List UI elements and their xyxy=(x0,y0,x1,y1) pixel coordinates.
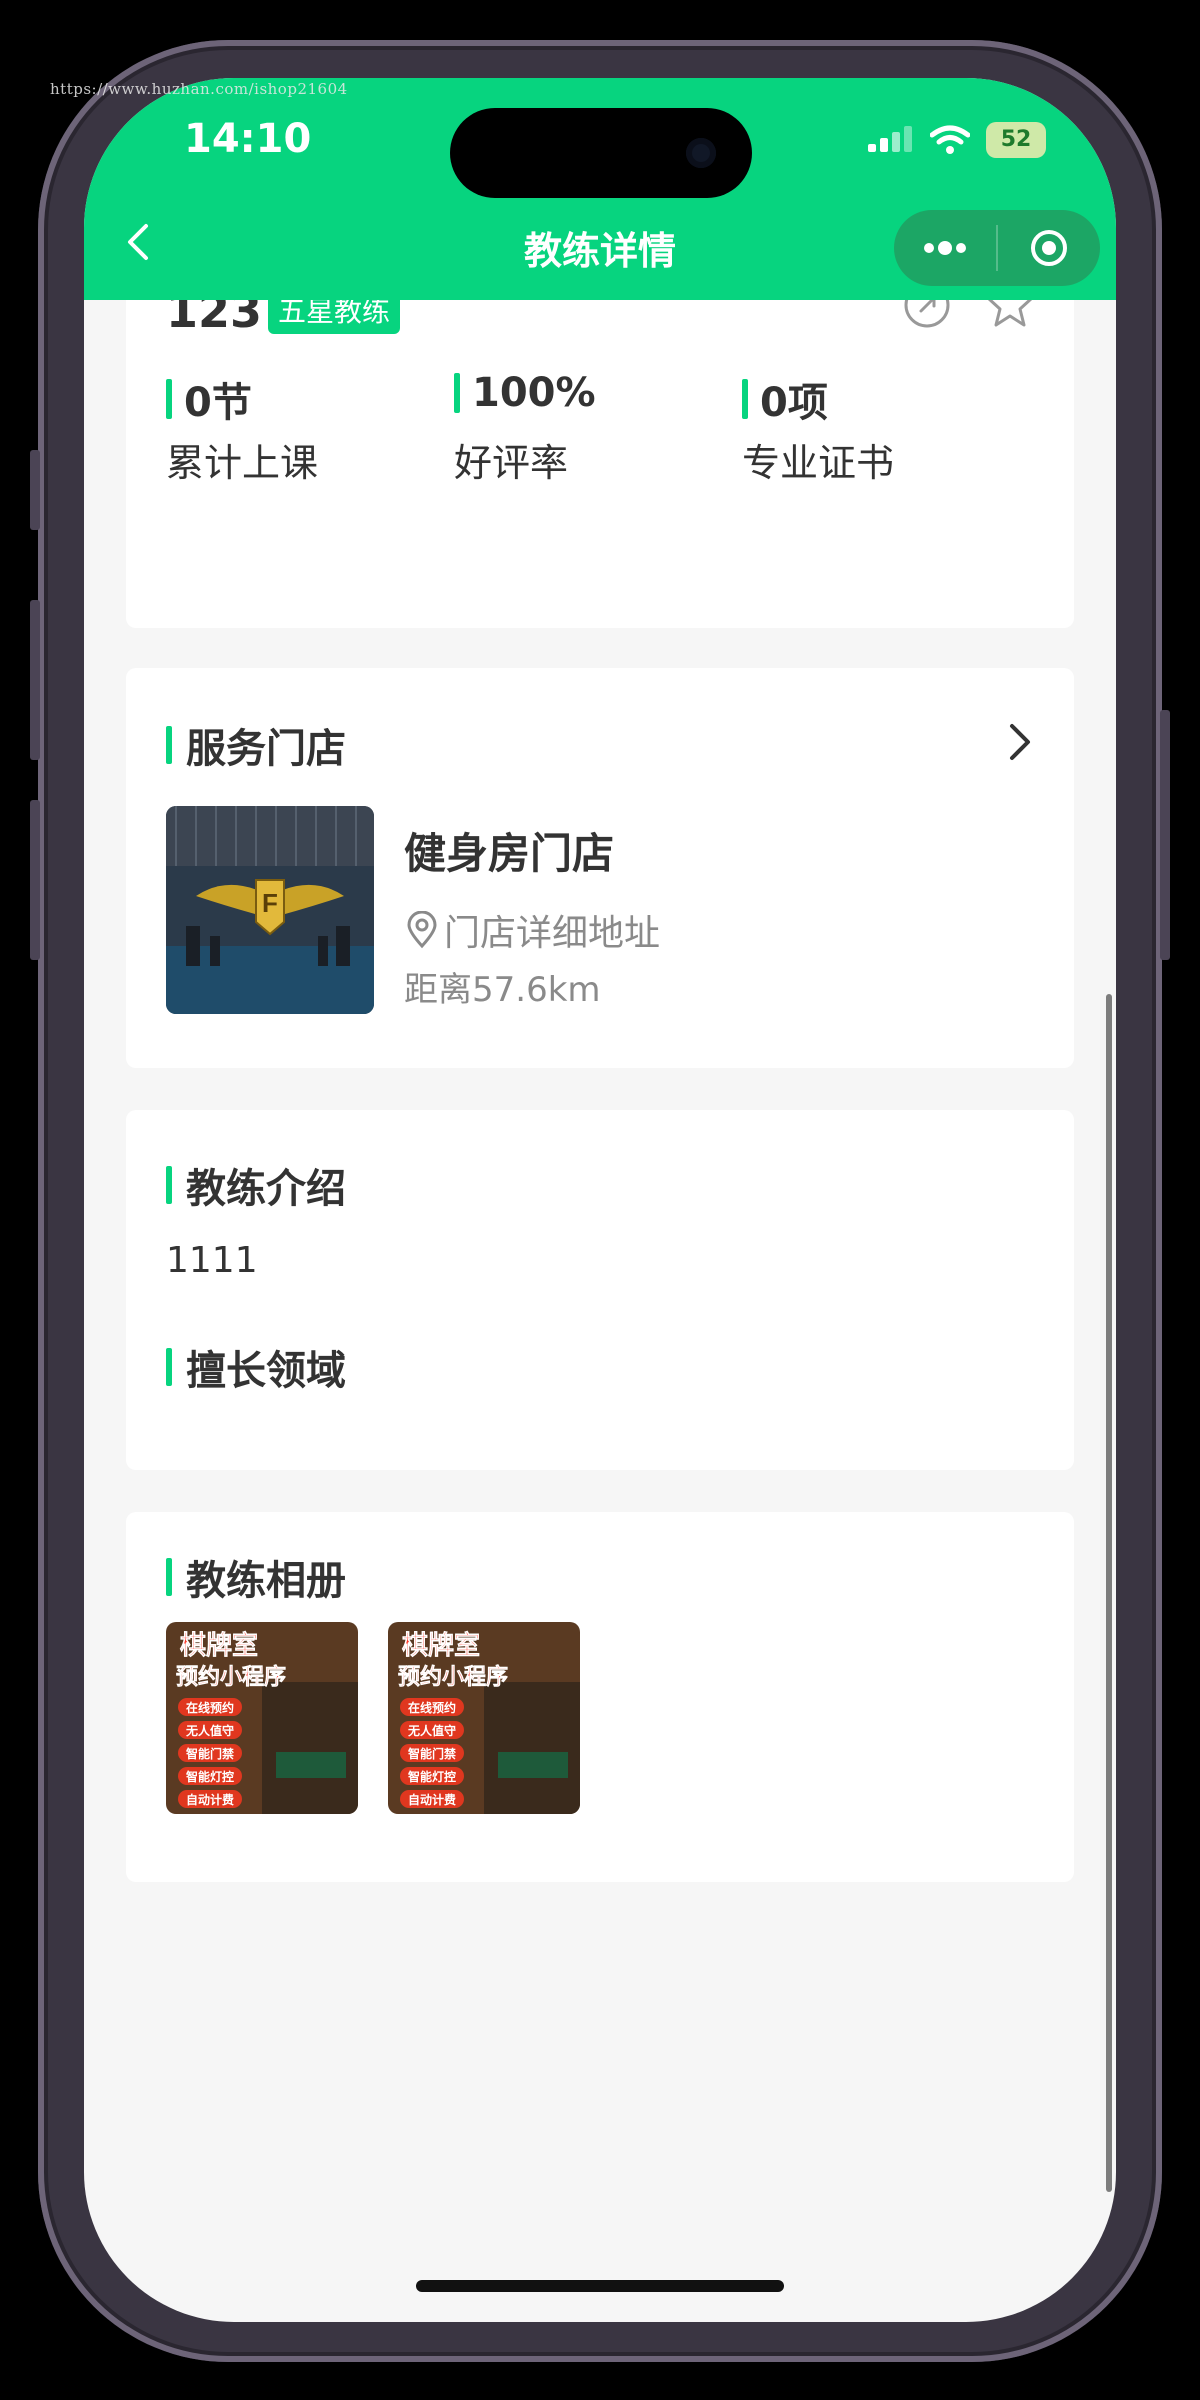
stat-rating-value: 100% xyxy=(454,370,596,416)
section-title-album: 教练相册 xyxy=(166,1548,346,1606)
side-button xyxy=(30,600,40,760)
svg-text:无人值守: 无人值守 xyxy=(185,1723,234,1738)
close-miniprogram-button[interactable] xyxy=(998,210,1100,286)
section-title-store: 服务门店 xyxy=(166,716,346,774)
svg-text:在线预约: 在线预约 xyxy=(186,1700,234,1715)
album-photo[interactable]: 棋牌室 预约小程序 在线预约 无人值守 智能门禁 智能灯控 自动计费 xyxy=(166,1622,358,1814)
section-title-intro: 教练介绍 xyxy=(166,1156,346,1214)
coach-summary-card: 123 五星教练 0节 累计上课 100% 好评率 0项 专业证书 xyxy=(126,260,1074,628)
signal-icon xyxy=(868,126,912,152)
svg-text:在线预约: 在线预约 xyxy=(408,1700,456,1715)
location-pin-icon xyxy=(407,911,437,949)
store-name: 健身房门店 xyxy=(404,829,615,878)
service-store-card[interactable]: 服务门店 F 健身房门店 门店详细地址 距离57.6km xyxy=(126,668,1074,1068)
chevron-right-icon[interactable] xyxy=(1002,720,1038,764)
stat-classes-value: 0节 xyxy=(166,370,252,428)
svg-text:智能灯控: 智能灯控 xyxy=(185,1769,234,1784)
svg-text:智能门禁: 智能门禁 xyxy=(185,1746,234,1761)
svg-text:智能门禁: 智能门禁 xyxy=(407,1746,456,1761)
target-icon xyxy=(1031,230,1067,266)
home-indicator[interactable] xyxy=(416,2280,784,2292)
svg-text:棋牌室: 棋牌室 xyxy=(402,1630,480,1660)
more-dots-icon xyxy=(924,241,966,255)
wifi-icon xyxy=(930,125,970,154)
coach-intro-card: 教练介绍 1111 擅长领域 xyxy=(126,1110,1074,1470)
stat-certs-value: 0项 xyxy=(742,370,828,428)
more-button[interactable] xyxy=(894,210,996,286)
coach-album-card: 教练相册 棋牌室 预约小程序 在线预约 无人值守 智能门禁 智能灯控 自动计费 xyxy=(126,1512,1074,1882)
status-icons: 52 xyxy=(868,122,1046,158)
svg-text:智能灯控: 智能灯控 xyxy=(407,1769,456,1784)
section-title-specialty: 擅长领域 xyxy=(166,1338,346,1396)
side-button xyxy=(30,800,40,960)
svg-text:预约小程序: 预约小程序 xyxy=(176,1664,286,1689)
phone-screen: 14:10 52 教练详情 123 五星教练 0节 累计上课 100% 好评率 … xyxy=(84,78,1116,2322)
store-distance: 距离57.6km xyxy=(404,970,601,1010)
svg-text:F: F xyxy=(262,888,278,918)
watermark-text: https://www.huzhan.com/ishop21604 xyxy=(50,80,348,98)
svg-text:无人值守: 无人值守 xyxy=(407,1723,456,1738)
side-button xyxy=(1160,710,1170,960)
header-bar: 14:10 52 教练详情 xyxy=(84,78,1116,300)
intro-text: 1111 xyxy=(166,1240,258,1281)
album-photo[interactable]: 棋牌室 预约小程序 在线预约 无人值守 智能门禁 智能灯控 自动计费 xyxy=(388,1622,580,1814)
status-time: 14:10 xyxy=(184,116,312,162)
stat-classes-label: 累计上课 xyxy=(166,441,319,485)
side-button xyxy=(30,450,40,530)
dynamic-island xyxy=(450,108,752,198)
svg-text:预约小程序: 预约小程序 xyxy=(398,1664,508,1689)
scrollbar[interactable] xyxy=(1106,994,1112,2192)
svg-text:棋牌室: 棋牌室 xyxy=(180,1630,258,1660)
svg-text:自动计费: 自动计费 xyxy=(186,1792,234,1807)
stat-rating-label: 好评率 xyxy=(454,441,569,485)
battery-indicator: 52 xyxy=(986,122,1046,158)
stat-certs-label: 专业证书 xyxy=(742,441,895,485)
store-address: 门店详细地址 xyxy=(404,904,660,956)
svg-text:自动计费: 自动计费 xyxy=(408,1792,456,1807)
miniprogram-capsule xyxy=(894,210,1100,286)
store-image[interactable]: F xyxy=(166,806,374,1014)
